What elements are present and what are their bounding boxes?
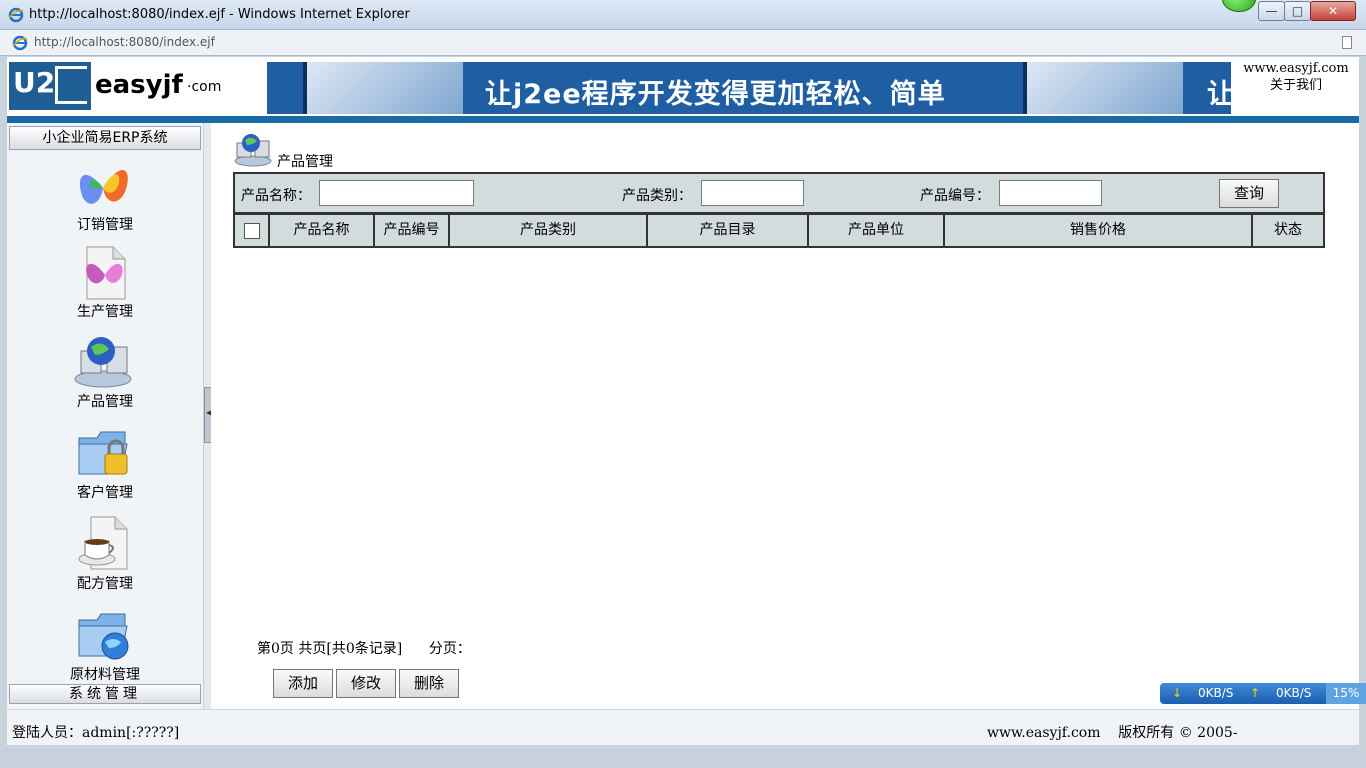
sidebar-item-label: 生产管理 [77,304,133,320]
logo-suffix: ·com [187,79,222,95]
banner-slogan: 让j2ee程序开发变得更加轻松、简单 [485,79,946,110]
site-footer: 登陆人员：admin[:?????] www.easyjf.com 版权所有 ©… [7,709,1359,745]
compatibility-view-icon[interactable] [1342,36,1352,49]
column-header: 产品名称 [270,215,375,246]
butterfly-icon [79,170,128,204]
site-link[interactable]: www.easyjf.com [1237,60,1355,77]
logo-e-shape [55,66,87,104]
status-orb-icon [1222,0,1256,12]
sidebar-item-label: 配方管理 [77,576,133,592]
minimize-button[interactable]: — [1258,1,1285,21]
sidebar-item-label: 客户管理 [77,485,133,501]
column-header: 销售价格 [945,215,1253,246]
product-table-header: 产品名称 产品编号 产品类别 产品目录 产品单位 销售价格 状态 [233,213,1325,248]
column-header: 产品类别 [450,215,648,246]
select-all-checkbox[interactable] [244,223,260,239]
product-name-label: 产品名称： [241,188,311,204]
ie-page-icon [12,35,28,51]
window-title: http://localhost:8080/index.ejf - Window… [29,7,410,22]
globe-computer-icon [74,337,132,388]
page-viewport: U2 easyjf ·com 让j2ee程序开发变得更加轻松、简单 让 www.… [7,57,1359,745]
search-form: 产品名称： 产品类别： 产品编号： 查询 [233,172,1325,214]
ie-icon [8,7,24,23]
maximize-button[interactable]: □ [1284,1,1311,21]
logo-text: easyjf [95,70,183,100]
upload-speed: 0KB/S [1276,686,1312,700]
copyright: www.easyjf.com 版权所有 © 2005- [987,725,1238,741]
download-speed: 0KB/S [1198,686,1234,700]
upload-arrow-icon: ↑ [1250,686,1261,700]
sidebar-item-label: 原材料管理 [70,667,140,683]
address-bar[interactable]: http://localhost:8080/index.ejf [0,30,1366,56]
globe-computer-icon [234,134,272,167]
sidebar-splitter[interactable]: ◀ [203,123,212,709]
banner-slogan-repeat: 让 [1207,79,1231,110]
column-header: 状态 [1274,222,1302,238]
product-code-label: 产品编号： [920,188,990,204]
banner-screen-image [1023,62,1183,114]
header-stripe [7,116,1359,123]
column-header: 产品编号 [375,215,450,246]
header-links: www.easyjf.com 关于我们 [1237,60,1355,94]
product-code-input[interactable] [999,180,1102,206]
maximize-icon: □ [1291,4,1304,18]
sidebar-item-system[interactable]: 系统管理 [9,684,201,704]
network-monitor[interactable]: ↓ 0KB/S ↑ 0KB/S 15% [1160,683,1366,704]
product-category-label: 产品类别： [622,188,692,204]
title-bar: http://localhost:8080/index.ejf - Window… [0,0,1366,30]
pagination-info: 第0页 共页[共0条记录] 分页： [257,641,471,657]
taskbar-edge [0,748,1366,768]
download-arrow-icon: ↓ [1172,686,1183,700]
product-category-input[interactable] [701,180,804,206]
browser-window: http://localhost:8080/index.ejf - Window… [0,0,1366,768]
site-header: U2 easyjf ·com 让j2ee程序开发变得更加轻松、简单 让 www.… [7,57,1359,123]
coffee-document-icon [78,516,128,570]
sidebar-item-label: 订销管理 [77,217,133,233]
sidebar-title[interactable]: 小企业简易ERP系统 [9,126,201,150]
logo-mark: U2 [9,62,91,110]
close-button[interactable]: ✕ [1310,1,1356,21]
folder-globe-icon [78,613,129,660]
usage-percent: 15% [1326,683,1366,704]
address-url[interactable]: http://localhost:8080/index.ejf [34,35,215,49]
column-header: 产品单位 [809,215,945,246]
sidebar: 小企业简易ERP系统 订销管理 生产管理 产品管理 客户管理 配方管理 原材料管… [7,123,203,709]
page-title: 产品管理 [277,154,333,170]
folder-lock-icon [78,431,128,475]
about-link[interactable]: 关于我们 [1237,77,1355,94]
document-butterfly-icon [86,246,126,300]
sidebar-item-label: 产品管理 [77,394,133,410]
main-content: 产品管理 产品名称： 产品类别： 产品编号： 查询 产品名称 产品编号 产品类别… [211,123,1359,709]
query-button[interactable]: 查询 [1219,179,1279,208]
add-button[interactable]: 添加 [273,669,333,698]
minimize-icon: — [1265,4,1278,18]
logo-mark-text: U2 [13,66,56,99]
column-header: 产品目录 [648,215,809,246]
banner-screen-image [303,62,463,114]
banner: 让j2ee程序开发变得更加轻松、简单 让 [267,62,1231,114]
select-all-cell[interactable] [235,215,270,246]
close-icon: ✕ [1327,4,1339,18]
delete-button[interactable]: 删除 [399,669,459,698]
logged-in-user: 登陆人员：admin[:?????] [12,725,180,741]
product-name-input[interactable] [319,180,474,206]
edit-button[interactable]: 修改 [336,669,396,698]
